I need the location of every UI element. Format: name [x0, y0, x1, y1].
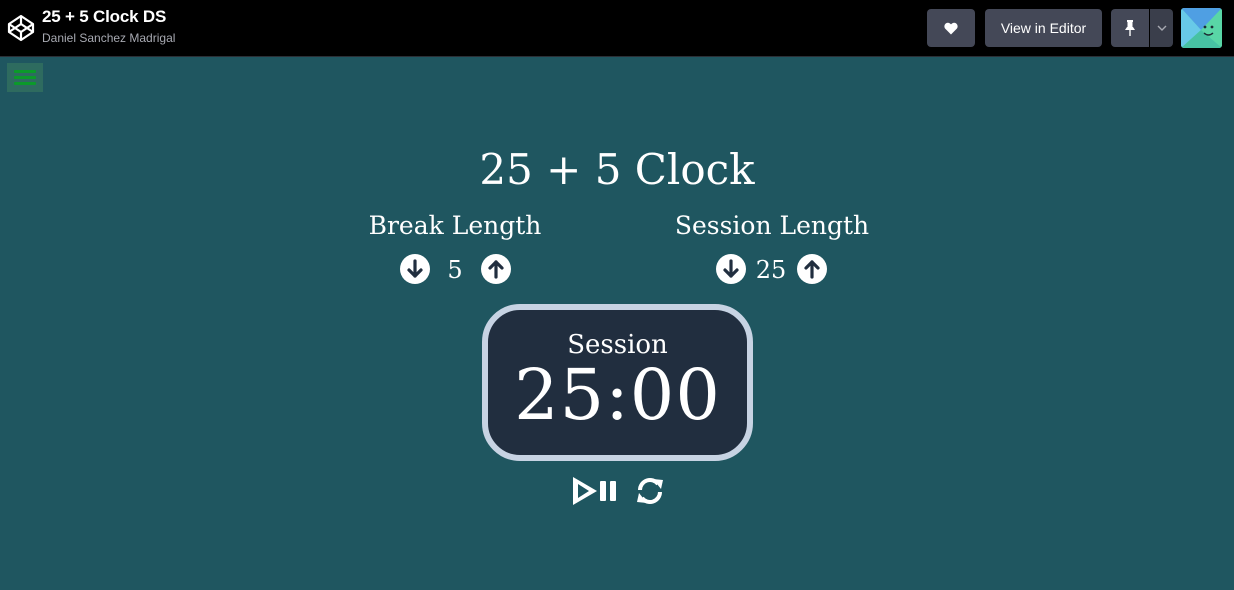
- arrow-down-circle-icon: [407, 259, 423, 278]
- timer-display: Session 25:00: [482, 304, 753, 461]
- break-decrement-button[interactable]: [400, 254, 430, 284]
- pin-menu-button[interactable]: [1150, 9, 1173, 47]
- session-increment-button[interactable]: [797, 254, 827, 284]
- hamburger-menu-button[interactable]: [7, 63, 43, 92]
- session-decrement-button[interactable]: [716, 254, 746, 284]
- pin-button[interactable]: [1111, 9, 1149, 47]
- chevron-down-icon: [1157, 25, 1166, 31]
- start-stop-button[interactable]: [571, 475, 621, 507]
- avatar[interactable]: [1181, 8, 1222, 48]
- like-button[interactable]: [927, 9, 975, 47]
- break-increment-button[interactable]: [481, 254, 511, 284]
- pin-icon: [1125, 20, 1135, 36]
- pen-author[interactable]: Daniel Sanchez Madrigal: [42, 31, 175, 45]
- session-length-value: 25: [755, 256, 787, 284]
- top-bar: 25 + 5 Clock DS Daniel Sanchez Madrigal …: [0, 0, 1234, 57]
- arrow-down-circle-icon: [723, 259, 739, 278]
- refresh-icon: [637, 478, 663, 504]
- pen-title: 25 + 5 Clock DS: [42, 7, 167, 26]
- arrow-up-circle-icon: [488, 260, 504, 279]
- play-pause-icon: [573, 477, 616, 505]
- heart-icon: [944, 22, 958, 34]
- time-left: 25:00: [514, 354, 721, 436]
- session-label: Session Length: [674, 211, 870, 240]
- break-label: Break Length: [368, 211, 542, 240]
- break-length-value: 5: [447, 256, 463, 284]
- view-in-editor-button[interactable]: View in Editor: [985, 9, 1102, 47]
- app-title: 25 + 5 Clock: [479, 145, 755, 194]
- reset-button[interactable]: [634, 475, 666, 507]
- arrow-up-circle-icon: [804, 260, 820, 279]
- codepen-logo-icon[interactable]: [7, 14, 35, 42]
